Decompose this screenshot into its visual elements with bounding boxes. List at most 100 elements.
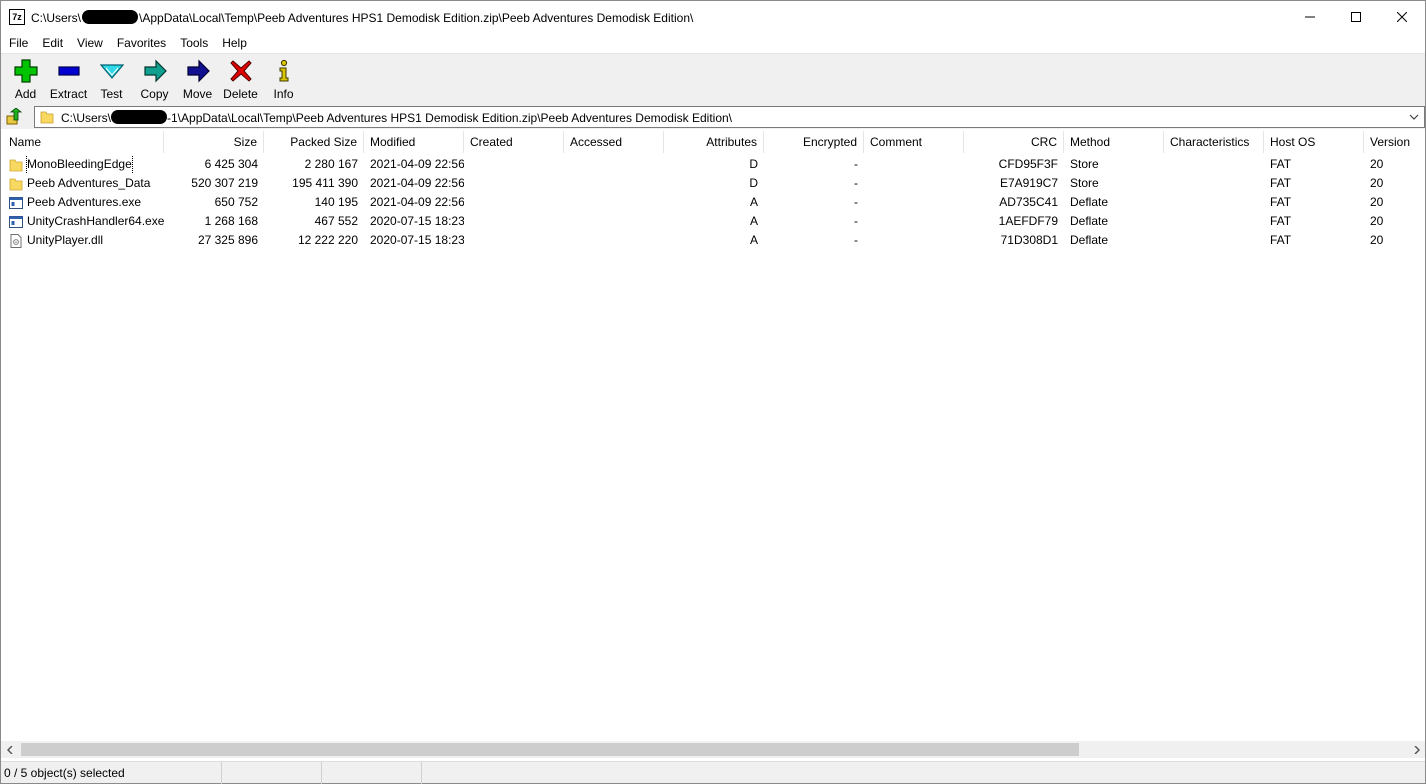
status-packed (322, 762, 422, 784)
col-created[interactable]: Created (464, 131, 564, 153)
file-name-cell: UnityPlayer.dll (1, 231, 164, 250)
col-accessed[interactable]: Accessed (564, 131, 664, 153)
col-comment[interactable]: Comment (864, 131, 964, 153)
file-row[interactable]: Peeb Adventures_Data 520 307 219 195 411 3… (1, 174, 1425, 193)
col-characteristics[interactable]: Characteristics (1164, 131, 1264, 153)
move-label: Move (182, 87, 213, 101)
col-attributes[interactable]: Attributes (664, 131, 764, 153)
column-header: Name Size Packed Size Modified Created A… (1, 131, 1425, 153)
col-packed-size[interactable]: Packed Size (264, 131, 364, 153)
menu-help[interactable]: Help (215, 33, 254, 53)
file-method-cell: Store (1070, 176, 1099, 190)
col-encrypted[interactable]: Encrypted (764, 131, 864, 153)
file-accessed-cell (564, 212, 664, 231)
delete-button[interactable]: Delete (219, 54, 262, 104)
folder-icon (9, 159, 23, 171)
extract-button[interactable]: Extract (47, 54, 90, 104)
address-row: C:\Users\ -1\AppData\Local\Temp\Peeb Adve… (1, 105, 1425, 129)
col-name[interactable]: Name (1, 131, 164, 153)
file-modified-cell: 2020-07-15 18:23 (370, 233, 464, 247)
scroll-right-button[interactable] (1408, 741, 1425, 758)
address-prefix: C:\Users\ (61, 110, 112, 125)
up-folder-button[interactable] (1, 105, 27, 129)
status-modified (422, 762, 522, 784)
sevenzip-app-icon[interactable]: 7z (9, 9, 25, 25)
file-name-cell: Peeb Adventures_Data (1, 174, 164, 193)
file-version-cell: 20 (1370, 214, 1384, 228)
test-label: Test (100, 87, 123, 101)
file-size-cell: 650 752 (214, 195, 258, 209)
file-modified-cell: 2021-04-09 22:56 (370, 157, 464, 171)
menu-favorites[interactable]: Favorites (110, 33, 173, 53)
test-button[interactable]: Test (90, 54, 133, 104)
title-bar[interactable]: 7z C:\Users\ \AppData\Local\Temp\Peeb Adv… (1, 1, 1425, 33)
copy-button[interactable]: Copy (133, 54, 176, 104)
file-accessed-cell (564, 193, 664, 212)
menu-tools[interactable]: Tools (173, 33, 215, 53)
minimize-button[interactable] (1287, 1, 1333, 33)
col-crc[interactable]: CRC (964, 131, 1064, 153)
move-button[interactable]: Move (176, 54, 219, 104)
file-packed-cell: 2 280 167 (304, 157, 358, 171)
maximize-button[interactable] (1333, 1, 1379, 33)
info-label: Info (273, 87, 294, 101)
file-characteristics-cell (1164, 155, 1264, 174)
col-method[interactable]: Method (1064, 131, 1164, 153)
add-button[interactable]: Add (4, 54, 47, 104)
file-row[interactable]: UnityCrashHandler64.exe 1 268 168 467 552 2… (1, 212, 1425, 231)
file-size-cell: 27 325 896 (197, 233, 258, 247)
file-name-cell: MonoBleedingEdge (1, 155, 164, 174)
file-characteristics-cell (1164, 174, 1264, 193)
col-version[interactable]: Version (1364, 131, 1425, 153)
file-row[interactable]: Peeb Adventures.exe 650 752 140 195 2021-04… (1, 193, 1425, 212)
file-host-os-cell: FAT (1270, 214, 1292, 228)
menu-view[interactable]: View (70, 33, 110, 53)
file-comment-cell (864, 174, 964, 193)
add-label: Add (14, 87, 37, 101)
file-encrypted-cell: - (854, 233, 858, 247)
file-comment-cell (864, 231, 964, 250)
file-comment-cell (864, 155, 964, 174)
file-characteristics-cell (1164, 231, 1264, 250)
file-method-cell: Deflate (1070, 233, 1109, 247)
menu-file[interactable]: File (1, 33, 35, 53)
file-name: UnityCrashHandler64.exe (27, 214, 164, 228)
file-created-cell (464, 193, 564, 212)
file-method-cell: Store (1070, 157, 1099, 171)
address-dropdown-button[interactable] (1408, 111, 1420, 126)
file-row[interactable]: MonoBleedingEdge 6 425 304 2 280 167 2021-0… (1, 155, 1425, 174)
file-modified-cell: 2020-07-15 18:23 (370, 214, 464, 228)
col-size[interactable]: Size (164, 131, 264, 153)
file-row[interactable]: UnityPlayer.dll 27 325 896 12 222 220 2020-… (1, 231, 1425, 250)
file-version-cell: 20 (1370, 195, 1384, 209)
file-crc-cell: 71D308D1 (1000, 233, 1058, 247)
horizontal-scrollbar[interactable] (1, 741, 1425, 758)
info-icon (279, 59, 288, 82)
address-bar[interactable]: C:\Users\ -1\AppData\Local\Temp\Peeb Adve… (34, 106, 1425, 128)
x-icon (229, 60, 252, 82)
file-host-os-cell: FAT (1270, 157, 1292, 171)
info-button[interactable]: Info (262, 54, 305, 104)
address-suffix: -1\AppData\Local\Temp\Peeb Adventures HP… (167, 110, 732, 125)
file-attributes-cell: A (749, 214, 758, 228)
title-prefix: C:\Users\ (31, 10, 82, 25)
file-size-cell: 520 307 219 (191, 176, 258, 190)
file-characteristics-cell (1164, 212, 1264, 231)
menu-bar: File Edit View Favorites Tools Help (1, 33, 1425, 53)
file-host-os-cell: FAT (1270, 176, 1292, 190)
scroll-left-button[interactable] (1, 741, 18, 758)
file-packed-cell: 140 195 (314, 195, 358, 209)
file-version-cell: 20 (1370, 233, 1384, 247)
scroll-thumb[interactable] (21, 743, 1079, 756)
file-host-os-cell: FAT (1270, 233, 1292, 247)
col-modified[interactable]: Modified (364, 131, 464, 153)
col-host-os[interactable]: Host OS (1264, 131, 1364, 153)
menu-edit[interactable]: Edit (35, 33, 70, 53)
address-path: C:\Users\ -1\AppData\Local\Temp\Peeb Adve… (61, 109, 732, 125)
file-list[interactable]: Name Size Packed Size Modified Created A… (1, 131, 1425, 741)
close-button[interactable] (1379, 1, 1425, 33)
file-created-cell (464, 212, 564, 231)
redacted-username (82, 9, 139, 24)
file-attributes-cell: A (749, 233, 758, 247)
file-size-cell: 6 425 304 (204, 157, 258, 171)
